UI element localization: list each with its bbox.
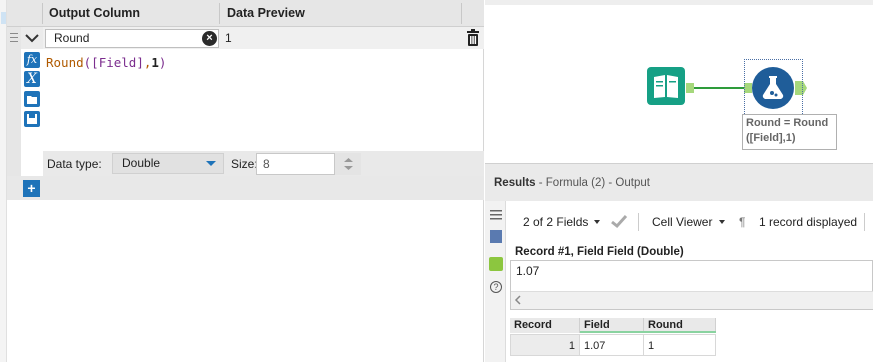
expr-field: [Field] <box>91 55 144 70</box>
disk-icon <box>27 114 37 124</box>
header-divider <box>461 3 462 24</box>
expr-function: Round <box>46 55 84 70</box>
dropdown-arrow-icon[interactable] <box>206 161 216 166</box>
viewer-dropdown-icon[interactable] <box>719 220 725 224</box>
cell-value[interactable]: 1.07 <box>516 264 539 278</box>
output-column-input[interactable]: Round <box>45 29 219 48</box>
open-folder-icon[interactable] <box>24 91 40 107</box>
data-preview-value: 1 <box>225 31 232 45</box>
results-label: Results <box>494 177 536 189</box>
data-type-label: Data type: <box>47 157 102 171</box>
editor-gutter <box>7 49 21 176</box>
clear-icon[interactable]: × <box>202 31 217 46</box>
header-divider <box>219 3 220 24</box>
save-icon[interactable] <box>24 111 40 127</box>
scroll-left-icon[interactable] <box>511 292 525 308</box>
results-subtitle: - Formula (2) - Output <box>538 177 650 189</box>
output-column-header[interactable]: Output Column <box>43 0 140 27</box>
record-number-cell[interactable]: 1 <box>510 334 580 356</box>
left-dock-strip <box>0 0 7 362</box>
cell-viewer-selector[interactable]: Cell Viewer <box>652 215 712 229</box>
results-title: Results - Formula (2) - Output <box>494 177 650 189</box>
cell-scrollbar[interactable] <box>511 291 873 309</box>
input-data-tool[interactable] <box>647 67 685 105</box>
new-field-indicator <box>580 331 716 333</box>
add-row-bar <box>7 176 484 200</box>
data-preview-header[interactable]: Data Preview <box>221 0 305 27</box>
formula-config-panel: Output Column Data Preview Round × 1 fx … <box>7 0 484 362</box>
dock-tab-indicator[interactable] <box>1 12 6 24</box>
records-displayed: 1 record displayed <box>759 215 858 229</box>
table-cell[interactable]: 1 <box>644 334 716 356</box>
output-anchor[interactable] <box>686 83 694 93</box>
expr-arg: 1 <box>151 55 159 70</box>
pilcrow-icon[interactable]: ¶ <box>739 215 745 229</box>
row-drag-handle[interactable] <box>7 27 21 49</box>
toolbar-divider <box>864 213 865 231</box>
trash-icon[interactable] <box>465 29 481 47</box>
fields-selector[interactable]: 2 of 2 Fields <box>523 215 588 229</box>
variable-icon[interactable]: X <box>24 71 40 87</box>
metadata-icon[interactable] <box>490 230 502 243</box>
book-icon <box>654 75 678 98</box>
size-label: Size: <box>231 157 258 171</box>
output-anchor-icon[interactable] <box>489 257 503 271</box>
formula-tool[interactable] <box>752 67 794 109</box>
stepper-arrows-icon <box>344 158 353 170</box>
expression-editor[interactable]: Round([Field],1) <box>46 55 166 70</box>
table-cell[interactable]: 1.07 <box>580 334 644 356</box>
toolbar-divider <box>638 213 639 231</box>
size-stepper[interactable] <box>334 153 361 175</box>
record-header: Record #1, Field Field (Double) <box>515 246 684 258</box>
chevron-down-icon <box>25 34 39 43</box>
add-formula-button[interactable]: + <box>23 180 40 197</box>
checkmark-icon[interactable] <box>610 213 628 229</box>
help-icon[interactable]: ? <box>490 281 502 293</box>
delete-row-icon <box>467 29 479 46</box>
list-icon[interactable] <box>490 209 502 220</box>
formula-tool-annotation: Round = Round ([Field],1) <box>742 114 837 150</box>
expr-paren: ) <box>158 55 167 70</box>
fx-icon[interactable]: fx <box>24 52 40 68</box>
column-header-record[interactable]: Record <box>510 318 580 333</box>
fields-dropdown-icon[interactable] <box>594 220 600 224</box>
folder-icon <box>27 96 37 104</box>
flask-icon <box>762 76 784 100</box>
row-collapse-toggle[interactable] <box>21 27 43 49</box>
